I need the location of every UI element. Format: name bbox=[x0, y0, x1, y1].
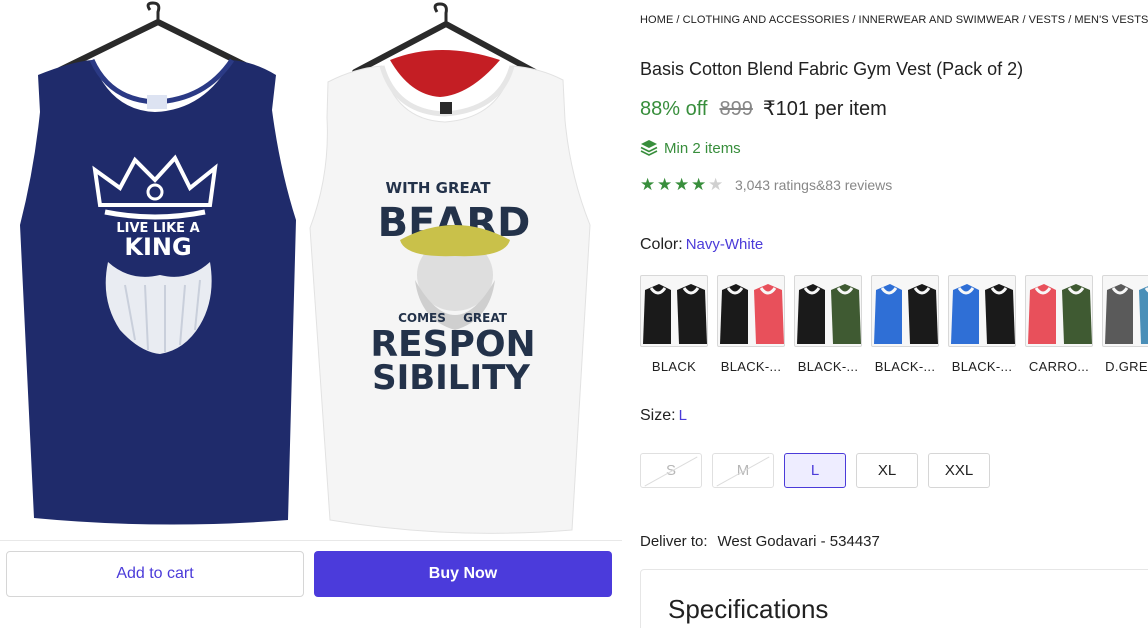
color-swatch[interactable]: CARRO... bbox=[1025, 275, 1093, 374]
hanger-left bbox=[57, 1, 258, 73]
size-options: S M L XL XXL bbox=[640, 453, 1000, 488]
star-rating: ★ ★ ★ ★ ★ bbox=[640, 176, 725, 193]
color-selector-label: Color: Navy-White bbox=[640, 236, 763, 254]
rating-row[interactable]: ★ ★ ★ ★ ★ 3,043 ratings & 83 reviews bbox=[640, 176, 892, 193]
breadcrumb-separator: / bbox=[1022, 14, 1026, 26]
right-vest-line3: COMES bbox=[398, 311, 446, 325]
color-label: Color: bbox=[640, 236, 683, 253]
size-option-s: S bbox=[640, 453, 702, 488]
breadcrumb-separator: / bbox=[852, 14, 856, 26]
discount-percent: 88% off bbox=[640, 98, 708, 120]
breadcrumb-separator: / bbox=[1068, 14, 1072, 26]
navy-vest: LIVE LIKE A KING bbox=[20, 58, 296, 525]
delivery-row[interactable]: Deliver to: West Godavari - 534437 bbox=[640, 533, 880, 550]
swatch-label: BLACK-... bbox=[874, 359, 936, 374]
color-swatch[interactable]: BLACK-... bbox=[794, 275, 862, 374]
color-swatches: BLACK BLACK-... BLACK-... BLACK-... BLACK-..… bbox=[640, 275, 1148, 374]
size-option-xl[interactable]: XL bbox=[856, 453, 918, 488]
add-to-cart-button[interactable]: Add to cart bbox=[6, 551, 304, 597]
star-icon: ★ bbox=[691, 175, 707, 194]
right-vest-line4: GREAT bbox=[463, 311, 508, 325]
deliver-to-label: Deliver to: bbox=[640, 533, 708, 550]
color-swatch[interactable]: D.GREY... bbox=[1102, 275, 1148, 374]
product-image[interactable]: LIVE LIKE A KING WITH GREAT BEARD COMES … bbox=[0, 0, 622, 540]
breadcrumb-mens-vests[interactable]: MEN'S VESTS bbox=[1074, 14, 1148, 26]
size-option-xxl[interactable]: XXL bbox=[928, 453, 990, 488]
breadcrumb-clothing[interactable]: CLOTHING AND ACCESSORIES bbox=[683, 14, 850, 26]
reviews-count: 83 reviews bbox=[825, 176, 893, 193]
swatch-label: BLACK-... bbox=[797, 359, 859, 374]
specifications-title: Specifications bbox=[668, 594, 829, 624]
swatch-thumbnail bbox=[871, 275, 939, 347]
color-swatch[interactable]: BLACK-... bbox=[948, 275, 1016, 374]
selected-size: L bbox=[678, 407, 687, 424]
rating-separator: & bbox=[815, 176, 826, 193]
min-items-badge: Min 2 items bbox=[640, 139, 741, 157]
price-row: 88% off 899 ₹101 per item bbox=[640, 96, 887, 121]
selling-price: ₹101 per item bbox=[762, 98, 887, 120]
ratings-count: 3,043 ratings bbox=[735, 176, 816, 193]
breadcrumb: HOME / CLOTHING AND ACCESSORIES / INNERWEAR … bbox=[640, 14, 1148, 26]
breadcrumb-home[interactable]: HOME bbox=[640, 14, 673, 26]
swatch-label: BLACK-... bbox=[720, 359, 782, 374]
action-bar: Add to cart Buy Now bbox=[0, 541, 622, 628]
swatch-thumbnail bbox=[794, 275, 862, 347]
selected-color: Navy-White bbox=[685, 236, 764, 253]
star-icon: ★ bbox=[657, 175, 673, 194]
swatch-label: BLACK bbox=[651, 359, 697, 374]
swatch-thumbnail bbox=[1102, 275, 1148, 347]
swatch-thumbnail bbox=[717, 275, 785, 347]
original-price: 899 bbox=[719, 98, 753, 120]
delivery-location[interactable]: West Godavari - 534437 bbox=[718, 533, 880, 550]
size-label: Size: bbox=[640, 407, 676, 424]
swatch-thumbnail bbox=[948, 275, 1016, 347]
swatch-thumbnail bbox=[1025, 275, 1093, 347]
buy-now-button[interactable]: Buy Now bbox=[314, 551, 612, 597]
breadcrumb-innerwear[interactable]: INNERWEAR AND SWIMWEAR bbox=[859, 14, 1020, 26]
swatch-label: CARRO... bbox=[1028, 359, 1090, 374]
swatch-thumbnail bbox=[640, 275, 708, 347]
color-swatch[interactable]: BLACK-... bbox=[871, 275, 939, 374]
breadcrumb-vests[interactable]: VESTS bbox=[1029, 14, 1066, 26]
right-vest-line1: WITH GREAT bbox=[386, 179, 492, 197]
star-icon: ★ bbox=[640, 175, 656, 194]
layers-icon bbox=[640, 140, 658, 156]
product-details: HOME / CLOTHING AND ACCESSORIES / INNERWEAR … bbox=[640, 0, 1148, 628]
left-vest-text-bottom: KING bbox=[124, 233, 191, 261]
star-icon: ★ bbox=[708, 175, 724, 194]
swatch-label: D.GREY... bbox=[1105, 359, 1148, 374]
size-option-m: M bbox=[712, 453, 774, 488]
white-vest: WITH GREAT BEARD COMES GREAT RESPON SIBI… bbox=[309, 65, 591, 534]
min-items-text: Min 2 items bbox=[664, 139, 741, 157]
right-vest-line6: SIBILITY bbox=[372, 358, 530, 398]
size-option-l[interactable]: L bbox=[784, 453, 846, 488]
color-swatch[interactable]: BLACK bbox=[640, 275, 708, 374]
star-icon: ★ bbox=[674, 175, 690, 194]
breadcrumb-separator: / bbox=[676, 14, 680, 26]
specifications-card: Specifications bbox=[640, 569, 1148, 628]
color-swatch[interactable]: BLACK-... bbox=[717, 275, 785, 374]
product-title: Basis Cotton Blend Fabric Gym Vest (Pack… bbox=[640, 59, 1024, 79]
product-photo: LIVE LIKE A KING WITH GREAT BEARD COMES … bbox=[20, 1, 591, 534]
swatch-label: BLACK-... bbox=[951, 359, 1013, 374]
size-selector-label: Size: L bbox=[640, 407, 687, 425]
